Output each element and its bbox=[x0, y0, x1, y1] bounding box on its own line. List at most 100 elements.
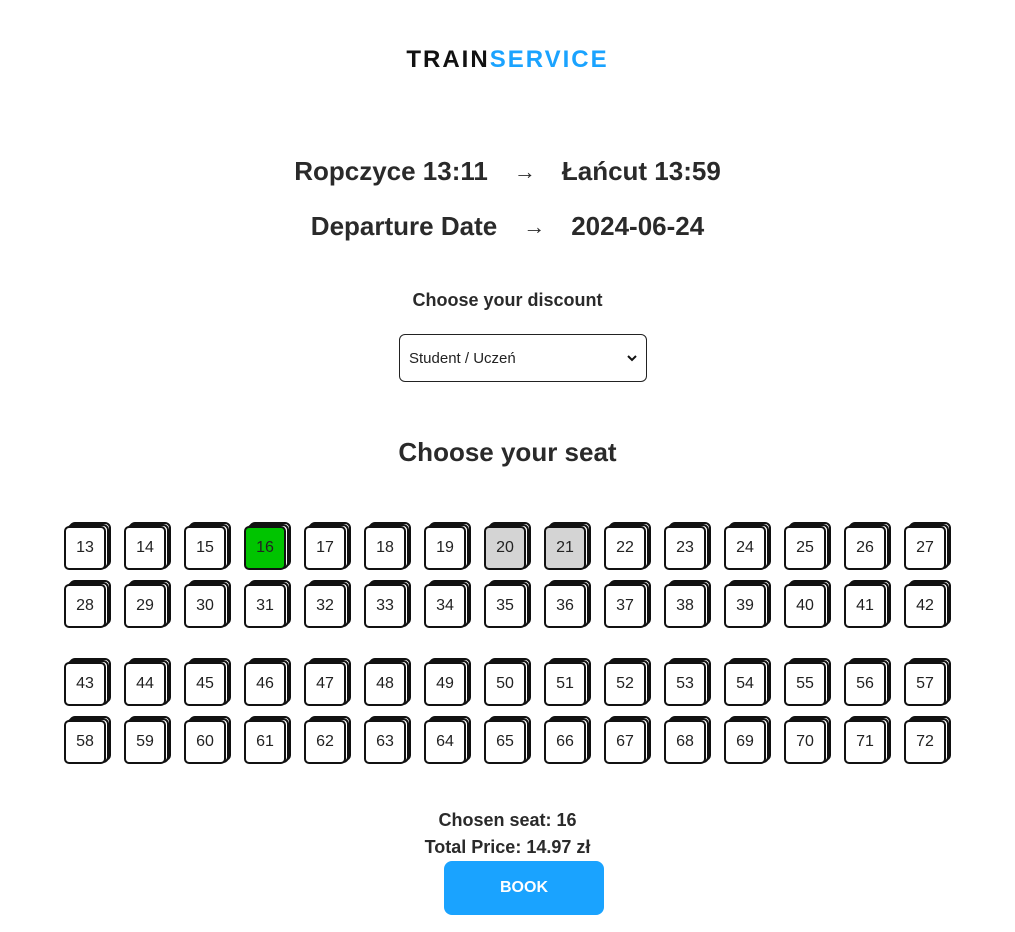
chevron-down-icon bbox=[627, 351, 637, 365]
seat-60[interactable]: 60 bbox=[184, 716, 234, 766]
seat-46[interactable]: 46 bbox=[244, 658, 294, 708]
seat-number: 41 bbox=[844, 584, 886, 628]
seat-number: 62 bbox=[304, 720, 346, 764]
seat-33[interactable]: 33 bbox=[364, 580, 414, 630]
seat-number: 19 bbox=[424, 526, 466, 570]
seat-43[interactable]: 43 bbox=[64, 658, 114, 708]
seat-69[interactable]: 69 bbox=[724, 716, 774, 766]
seat-64[interactable]: 64 bbox=[424, 716, 474, 766]
seat-40[interactable]: 40 bbox=[784, 580, 834, 630]
seat-21[interactable]: 21 bbox=[544, 522, 594, 572]
seat-30[interactable]: 30 bbox=[184, 580, 234, 630]
seat-53[interactable]: 53 bbox=[664, 658, 714, 708]
seat-number: 57 bbox=[904, 662, 946, 706]
seat-number: 69 bbox=[724, 720, 766, 764]
logo-train: TRAIN bbox=[406, 46, 490, 73]
seat-31[interactable]: 31 bbox=[244, 580, 294, 630]
seat-24[interactable]: 24 bbox=[724, 522, 774, 572]
seat-39[interactable]: 39 bbox=[724, 580, 774, 630]
seat-56[interactable]: 56 bbox=[844, 658, 894, 708]
seat-13[interactable]: 13 bbox=[64, 522, 114, 572]
seat-number: 38 bbox=[664, 584, 706, 628]
seat-32[interactable]: 32 bbox=[304, 580, 354, 630]
seat-16[interactable]: 16 bbox=[244, 522, 294, 572]
seat-41[interactable]: 41 bbox=[844, 580, 894, 630]
seat-14[interactable]: 14 bbox=[124, 522, 174, 572]
seat-number: 24 bbox=[724, 526, 766, 570]
chosen-seat-text: Chosen seat: 16 bbox=[438, 810, 577, 830]
book-button[interactable]: BOOK bbox=[444, 861, 604, 915]
seat-44[interactable]: 44 bbox=[124, 658, 174, 708]
departure-date-label: Departure Date bbox=[310, 211, 498, 241]
seat-68[interactable]: 68 bbox=[664, 716, 714, 766]
seat-48[interactable]: 48 bbox=[364, 658, 414, 708]
seat-number: 40 bbox=[784, 584, 826, 628]
discount-label: Choose your discount bbox=[412, 290, 603, 310]
seat-59[interactable]: 59 bbox=[124, 716, 174, 766]
seat-number: 23 bbox=[664, 526, 706, 570]
seat-61[interactable]: 61 bbox=[244, 716, 294, 766]
seat-number: 20 bbox=[484, 526, 526, 570]
seat-22[interactable]: 22 bbox=[604, 522, 654, 572]
seat-71[interactable]: 71 bbox=[844, 716, 894, 766]
route-to: Łańcut 13:59 bbox=[561, 156, 721, 186]
seat-number: 17 bbox=[304, 526, 346, 570]
arrow-right-icon: → bbox=[513, 158, 536, 184]
seat-number: 51 bbox=[544, 662, 586, 706]
seat-37[interactable]: 37 bbox=[604, 580, 654, 630]
seat-45[interactable]: 45 bbox=[184, 658, 234, 708]
seat-34[interactable]: 34 bbox=[424, 580, 474, 630]
seat-number: 44 bbox=[124, 662, 166, 706]
seat-54[interactable]: 54 bbox=[724, 658, 774, 708]
seat-47[interactable]: 47 bbox=[304, 658, 354, 708]
seat-29[interactable]: 29 bbox=[124, 580, 174, 630]
seat-66[interactable]: 66 bbox=[544, 716, 594, 766]
seat-number: 18 bbox=[364, 526, 406, 570]
seat-number: 64 bbox=[424, 720, 466, 764]
seat-23[interactable]: 23 bbox=[664, 522, 714, 572]
seat-25[interactable]: 25 bbox=[784, 522, 834, 572]
seat-63[interactable]: 63 bbox=[364, 716, 414, 766]
seat-20[interactable]: 20 bbox=[484, 522, 534, 572]
seat-number: 22 bbox=[604, 526, 646, 570]
seat-38[interactable]: 38 bbox=[664, 580, 714, 630]
seat-number: 60 bbox=[184, 720, 226, 764]
seat-62[interactable]: 62 bbox=[304, 716, 354, 766]
seat-42[interactable]: 42 bbox=[904, 580, 954, 630]
seat-15[interactable]: 15 bbox=[184, 522, 234, 572]
seat-70[interactable]: 70 bbox=[784, 716, 834, 766]
seat-72[interactable]: 72 bbox=[904, 716, 954, 766]
seat-51[interactable]: 51 bbox=[544, 658, 594, 708]
seat-28[interactable]: 28 bbox=[64, 580, 114, 630]
discount-selected-value: Student / Uczeń bbox=[409, 349, 516, 367]
seat-27[interactable]: 27 bbox=[904, 522, 954, 572]
seat-number: 65 bbox=[484, 720, 526, 764]
seat-number: 31 bbox=[244, 584, 286, 628]
seat-17[interactable]: 17 bbox=[304, 522, 354, 572]
discount-select[interactable]: Student / Uczeń bbox=[399, 334, 647, 382]
seat-58[interactable]: 58 bbox=[64, 716, 114, 766]
seat-55[interactable]: 55 bbox=[784, 658, 834, 708]
seat-number: 14 bbox=[124, 526, 166, 570]
seat-67[interactable]: 67 bbox=[604, 716, 654, 766]
seat-number: 50 bbox=[484, 662, 526, 706]
seat-65[interactable]: 65 bbox=[484, 716, 534, 766]
seat-number: 53 bbox=[664, 662, 706, 706]
seat-number: 61 bbox=[244, 720, 286, 764]
seat-number: 21 bbox=[544, 526, 586, 570]
departure-date: 2024-06-24 bbox=[571, 211, 705, 241]
seat-26[interactable]: 26 bbox=[844, 522, 894, 572]
seat-number: 70 bbox=[784, 720, 826, 764]
seat-49[interactable]: 49 bbox=[424, 658, 474, 708]
seat-19[interactable]: 19 bbox=[424, 522, 474, 572]
seat-number: 58 bbox=[64, 720, 106, 764]
seat-50[interactable]: 50 bbox=[484, 658, 534, 708]
seat-35[interactable]: 35 bbox=[484, 580, 534, 630]
seat-number: 34 bbox=[424, 584, 466, 628]
seat-number: 45 bbox=[184, 662, 226, 706]
seat-36[interactable]: 36 bbox=[544, 580, 594, 630]
seat-57[interactable]: 57 bbox=[904, 658, 954, 708]
seat-18[interactable]: 18 bbox=[364, 522, 414, 572]
seat-number: 26 bbox=[844, 526, 886, 570]
seat-52[interactable]: 52 bbox=[604, 658, 654, 708]
